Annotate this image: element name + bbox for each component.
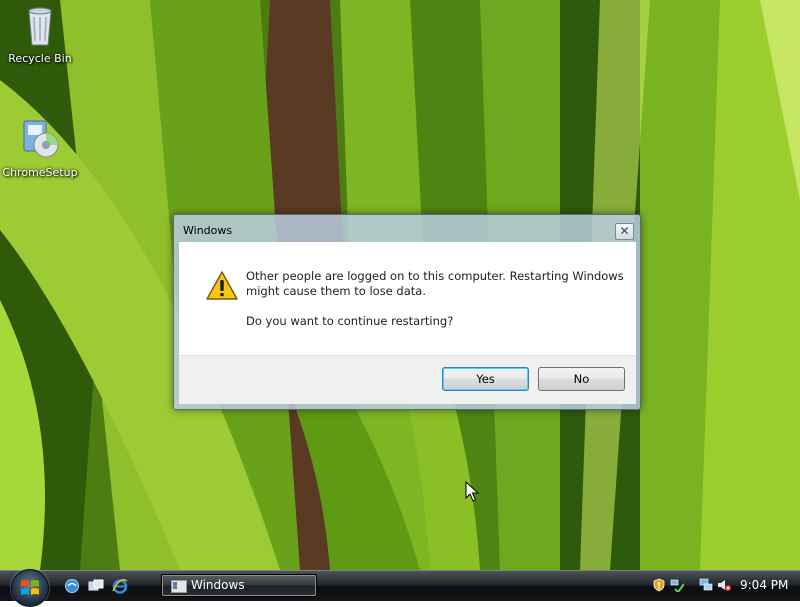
clock[interactable]: 9:04 PM bbox=[740, 578, 788, 592]
dialog-title: Windows bbox=[183, 224, 233, 237]
desktop-icon-recycle-bin[interactable]: Recycle Bin bbox=[0, 3, 80, 65]
desktop-icon-label: ChromeSetup bbox=[2, 166, 78, 179]
mouse-cursor-icon bbox=[465, 481, 479, 502]
warning-icon bbox=[206, 271, 238, 300]
no-button[interactable]: No bbox=[538, 367, 625, 391]
windows-start-icon bbox=[21, 580, 39, 595]
internet-explorer-icon[interactable] bbox=[112, 578, 128, 594]
window-icon bbox=[171, 580, 187, 593]
dialog-content: Other people are logged on to this compu… bbox=[179, 242, 636, 355]
show-desktop-icon[interactable] bbox=[64, 578, 80, 594]
desktop-icon-label: Recycle Bin bbox=[8, 52, 72, 65]
dialog-titlebar[interactable]: Windows ✕ bbox=[174, 215, 640, 241]
dialog-message-warning: Other people are logged on to this compu… bbox=[246, 269, 624, 298]
taskbar: Windows 9:04 PM bbox=[0, 569, 800, 607]
restart-warning-dialog: Windows ✕ Other people are logged on to … bbox=[173, 214, 641, 410]
installer-icon bbox=[23, 120, 59, 158]
yes-button[interactable]: Yes bbox=[442, 367, 529, 391]
close-button[interactable]: ✕ bbox=[615, 223, 634, 240]
switch-windows-icon[interactable] bbox=[88, 578, 104, 594]
system-tray: 9:04 PM bbox=[644, 571, 800, 601]
recycle-bin-icon bbox=[28, 7, 52, 46]
network-icon[interactable] bbox=[670, 578, 684, 592]
security-shield-icon[interactable] bbox=[652, 578, 666, 592]
taskbar-button-label: Windows bbox=[191, 578, 245, 592]
taskbar-button-windows[interactable]: Windows bbox=[161, 574, 317, 597]
desktop: Recycle Bin ChromeSetup Windows ✕ Other … bbox=[0, 0, 800, 570]
dialog-message: Other people are logged on to this compu… bbox=[246, 269, 626, 344]
volume-mute-icon[interactable] bbox=[717, 578, 731, 592]
start-button[interactable] bbox=[11, 569, 49, 607]
dialog-button-bar: Yes No bbox=[179, 355, 636, 404]
desktop-icon-chromesetup[interactable]: ChromeSetup bbox=[0, 117, 80, 179]
close-icon: ✕ bbox=[619, 224, 630, 238]
network-alert-icon[interactable] bbox=[699, 578, 713, 592]
dialog-message-question: Do you want to continue restarting? bbox=[246, 314, 454, 328]
